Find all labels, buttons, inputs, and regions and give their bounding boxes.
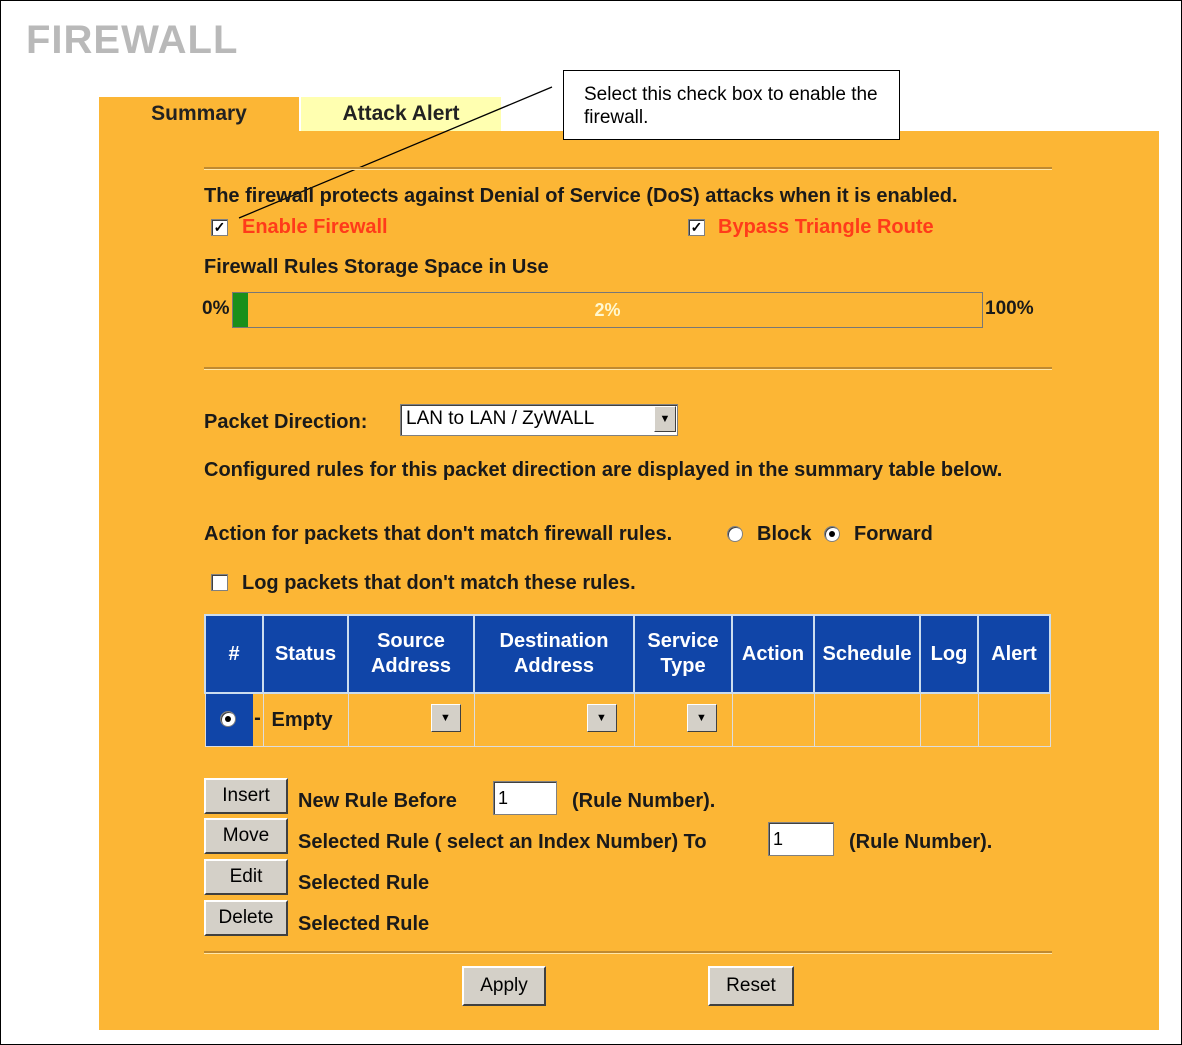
insert-suffix: (Rule Number). xyxy=(572,790,716,812)
insert-rule-number-input[interactable]: 1 xyxy=(493,781,557,815)
col-status: Status xyxy=(262,614,349,694)
action-block-radio[interactable] xyxy=(727,526,743,542)
enable-firewall-checkbox[interactable]: ✓ xyxy=(211,219,228,236)
delete-button[interactable]: Delete xyxy=(204,900,288,936)
col-destination-address: Destination Address xyxy=(473,614,635,694)
divider-bottom xyxy=(204,951,1052,954)
divider-middle xyxy=(204,367,1052,370)
row-index-cell: - xyxy=(204,692,264,747)
row-log xyxy=(919,692,979,747)
bypass-triangle-route-label: Bypass Triangle Route xyxy=(718,216,934,238)
col-index: # xyxy=(204,614,264,694)
packet-direction-value: LAN to LAN / ZyWALL xyxy=(406,408,595,429)
row-status: Empty xyxy=(262,692,349,747)
col-schedule: Schedule xyxy=(813,614,921,694)
table-header-row: # Status Source Address Destination Addr… xyxy=(204,614,1051,694)
row-service-cell: ▼ xyxy=(633,692,733,747)
col-source-address: Source Address xyxy=(347,614,475,694)
action-block-label: Block xyxy=(757,523,812,545)
row-select-radio[interactable] xyxy=(219,711,236,727)
action-label: Action for packets that don't match fire… xyxy=(204,523,673,545)
packet-direction-select[interactable]: LAN to LAN / ZyWALL ▼ xyxy=(400,404,678,436)
delete-text: Selected Rule xyxy=(298,913,430,935)
col-action: Action xyxy=(731,614,815,694)
insert-text: New Rule Before xyxy=(298,790,457,812)
action-forward-label: Forward xyxy=(854,523,933,545)
row-schedule xyxy=(813,692,921,747)
chevron-down-icon[interactable]: ▼ xyxy=(586,704,617,732)
col-alert: Alert xyxy=(977,614,1051,694)
log-packets-checkbox[interactable] xyxy=(211,574,228,591)
log-packets-label: Log packets that don't match these rules… xyxy=(242,572,636,594)
row-source-cell: ▼ xyxy=(347,692,475,747)
rules-info-text: Configured rules for this packet directi… xyxy=(204,459,1003,481)
row-destination-cell: ▼ xyxy=(473,692,635,747)
move-button[interactable]: Move xyxy=(204,818,288,854)
move-rule-number-input[interactable]: 1 xyxy=(768,822,834,856)
insert-button[interactable]: Insert xyxy=(204,778,288,814)
divider-top xyxy=(204,167,1052,170)
col-service-type: Service Type xyxy=(633,614,733,694)
firewall-description: The firewall protects against Denial of … xyxy=(204,185,958,207)
storage-max-label: 100% xyxy=(985,298,1034,319)
storage-progress-value: 2% xyxy=(594,300,621,320)
destination-address-select[interactable]: ▼ xyxy=(585,704,617,732)
storage-min-label: 0% xyxy=(202,298,230,319)
move-text: Selected Rule ( select an Index Number) … xyxy=(298,831,707,853)
packet-direction-label: Packet Direction: xyxy=(204,411,368,433)
row-alert xyxy=(977,692,1051,747)
chevron-down-icon[interactable]: ▼ xyxy=(430,704,461,732)
edit-button[interactable]: Edit xyxy=(204,859,288,895)
edit-text: Selected Rule xyxy=(298,872,430,894)
bypass-triangle-route-checkbox[interactable]: ✓ xyxy=(688,219,705,236)
storage-label: Firewall Rules Storage Space in Use xyxy=(204,256,549,278)
callout-note: Select this check box to enable the fire… xyxy=(563,70,900,140)
col-log: Log xyxy=(919,614,979,694)
source-address-select[interactable]: ▼ xyxy=(429,704,461,732)
apply-button[interactable]: Apply xyxy=(462,966,546,1006)
enable-firewall-label: Enable Firewall xyxy=(242,216,388,238)
row-action xyxy=(731,692,815,747)
rules-table: # Status Source Address Destination Addr… xyxy=(204,614,1051,747)
storage-progress-bar: 2% xyxy=(232,292,983,328)
move-suffix: (Rule Number). xyxy=(849,831,993,853)
action-forward-radio[interactable] xyxy=(824,526,840,542)
service-type-select[interactable]: ▼ xyxy=(685,704,717,732)
reset-button[interactable]: Reset xyxy=(708,966,794,1006)
row-dash: - xyxy=(252,694,263,746)
table-row: - Empty ▼ ▼ ▼ xyxy=(204,692,1051,747)
chevron-down-icon[interactable]: ▼ xyxy=(686,704,717,732)
chevron-down-icon[interactable]: ▼ xyxy=(654,406,676,432)
